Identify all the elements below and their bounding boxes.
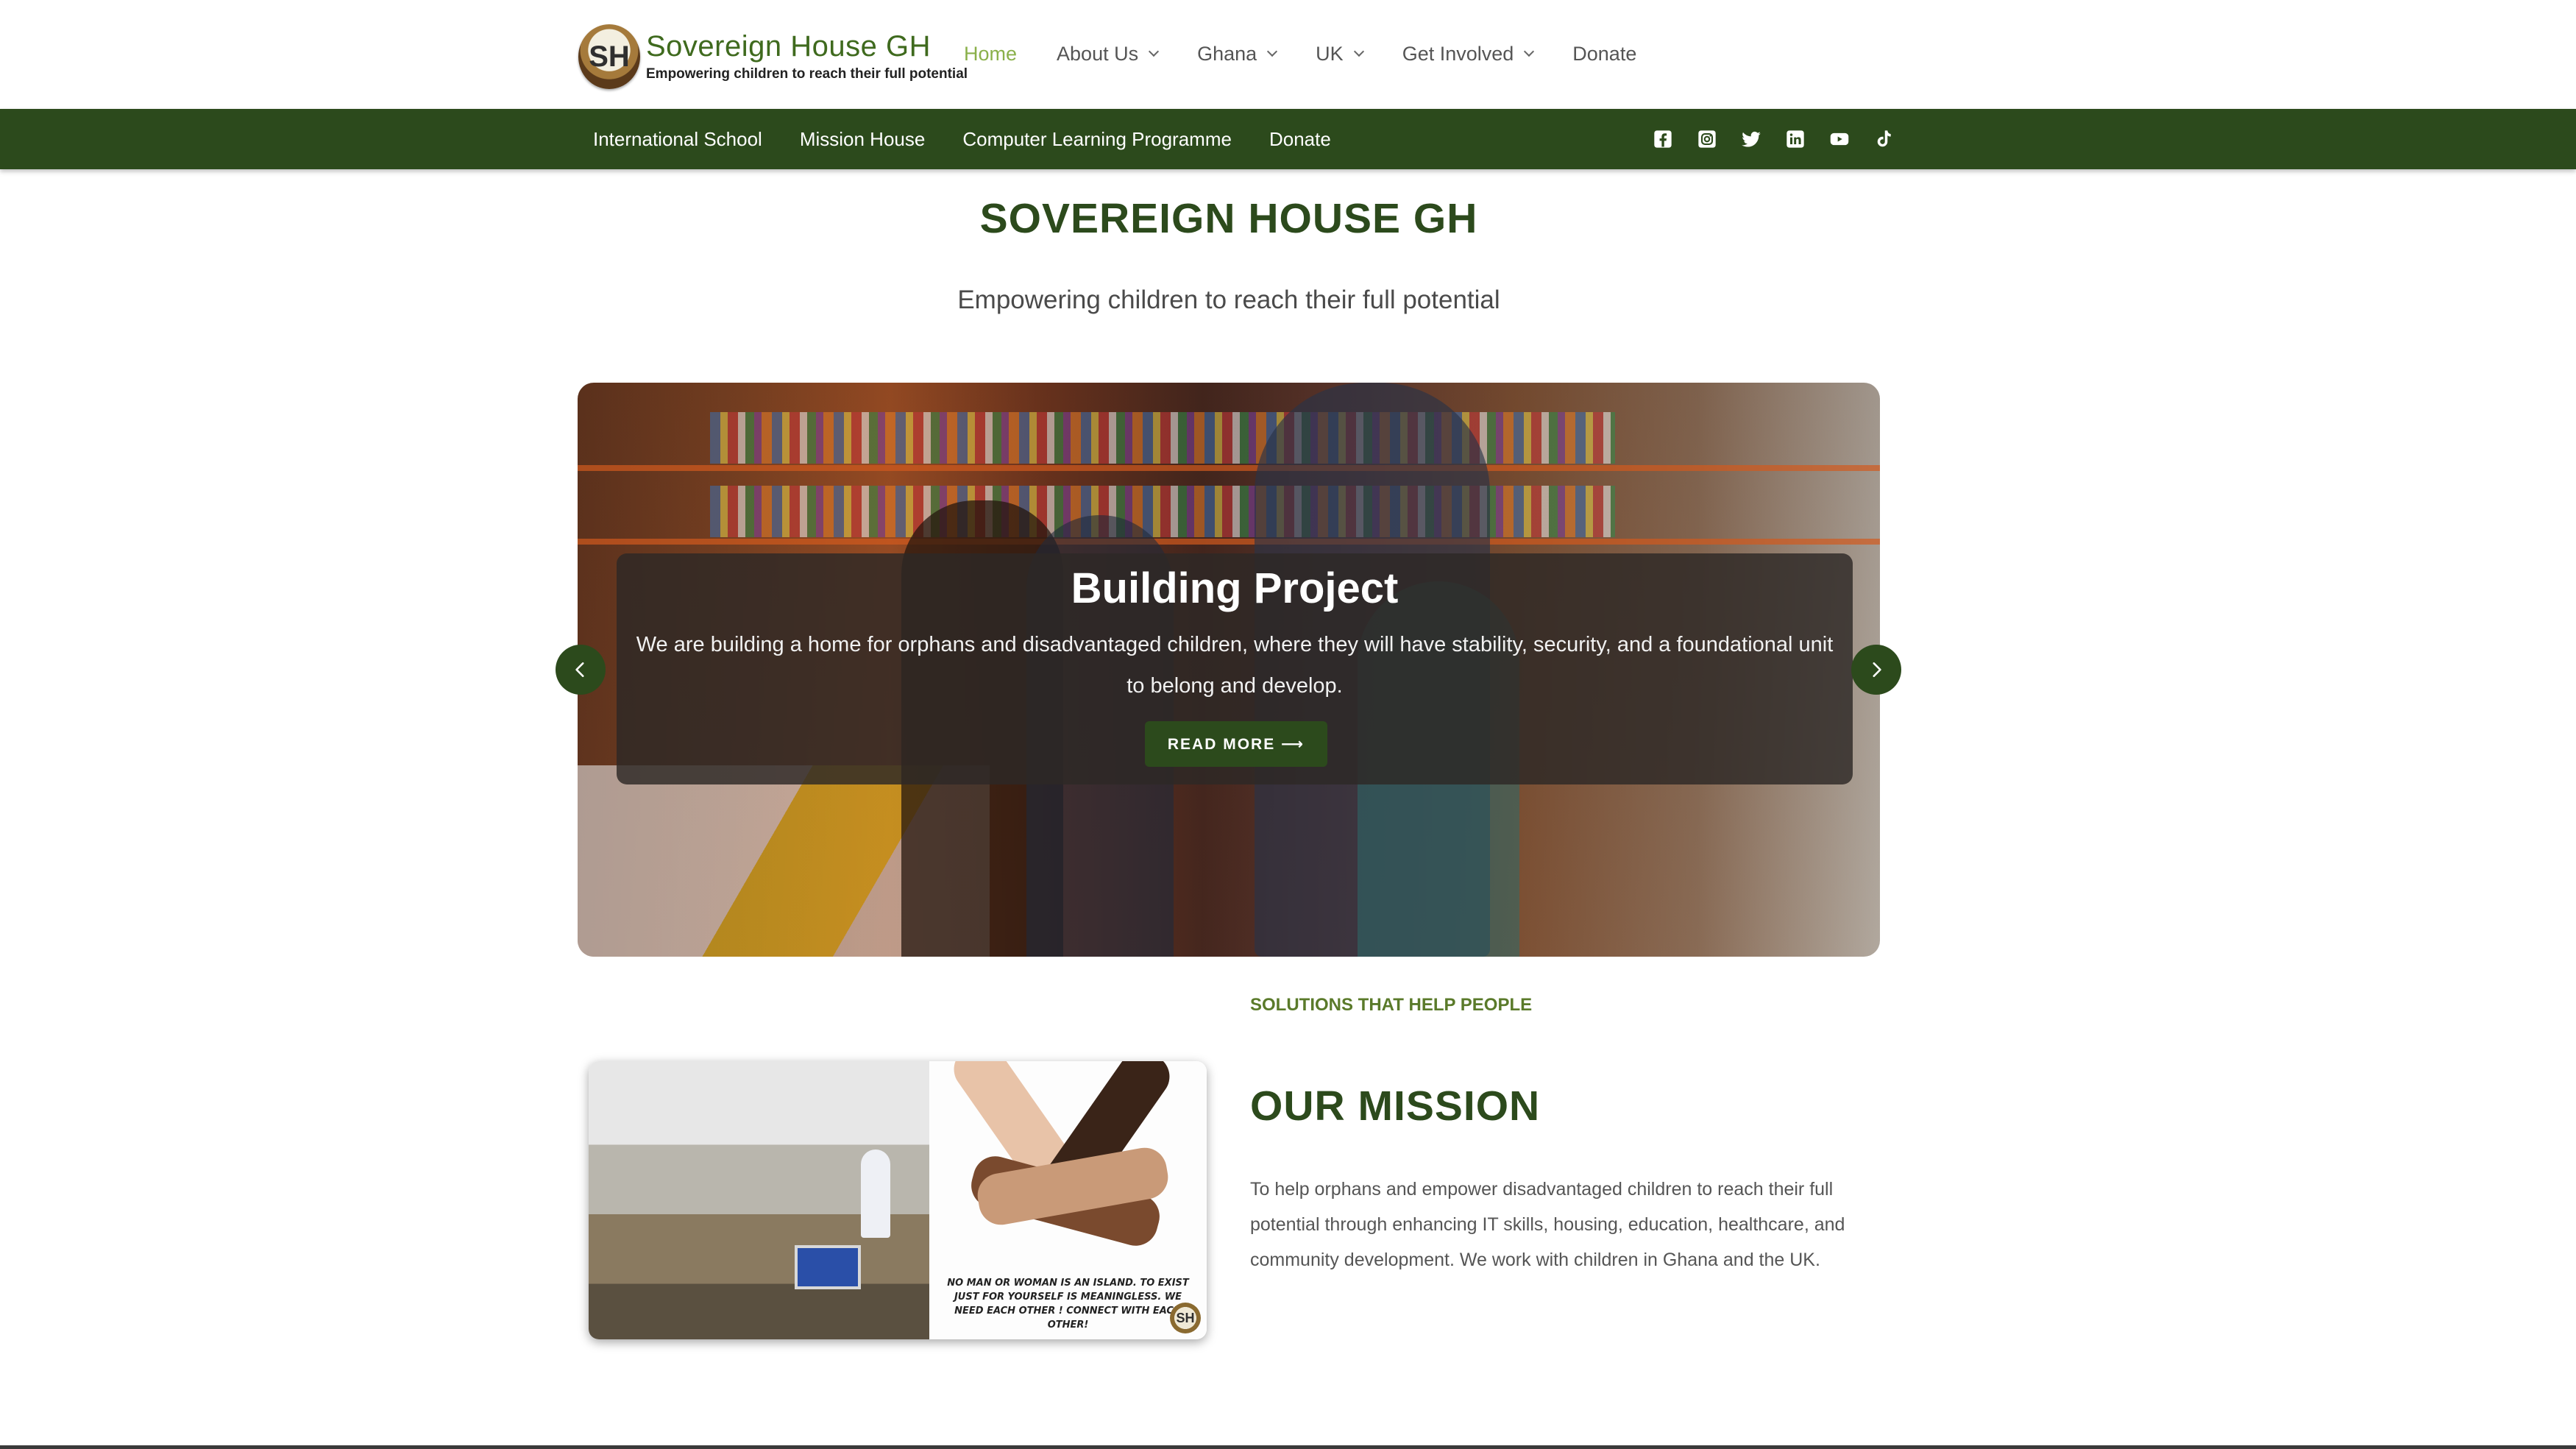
page: SH Sovereign House GH Empowering childre… bbox=[0, 0, 2576, 1449]
slider-prev-button[interactable] bbox=[556, 645, 606, 695]
main-nav: Home About Us Ghana UK Get Involved Dona… bbox=[964, 35, 1676, 72]
slide-background-detail bbox=[578, 539, 1880, 545]
nav-item-label: Donate bbox=[1572, 42, 1637, 65]
mission-title: OUR MISSION bbox=[1250, 1083, 1541, 1130]
site-logo[interactable]: SH Sovereign House GH Empowering childre… bbox=[578, 22, 968, 91]
site-tagline: Empowering children to reach their full … bbox=[957, 286, 1500, 314]
nav-item-label: Home bbox=[964, 42, 1018, 65]
photo-detail bbox=[861, 1149, 890, 1238]
logo-subtitle: Empowering children to reach their full … bbox=[646, 66, 968, 82]
subnav-international-school[interactable]: International School bbox=[593, 128, 762, 151]
social-links bbox=[1652, 128, 1917, 150]
chevron-down-icon bbox=[1267, 46, 1278, 57]
page-title: SOVEREIGN HOUSE GH bbox=[979, 195, 1478, 242]
image-logo-badge: SH bbox=[1170, 1303, 1201, 1333]
nav-item-ghana[interactable]: Ghana bbox=[1197, 42, 1278, 65]
slide-title: Building Project bbox=[1071, 564, 1399, 612]
twitter-icon[interactable] bbox=[1740, 128, 1762, 150]
nav-item-label: Ghana bbox=[1197, 42, 1257, 65]
linkedin-icon[interactable] bbox=[1784, 128, 1806, 150]
image-quote: NO MAN OR WOMAN IS AN ISLAND. TO EXIST J… bbox=[947, 1278, 1189, 1331]
slider-next-button[interactable] bbox=[1851, 645, 1901, 695]
mission-text: To help orphans and empower disadvantage… bbox=[1250, 1179, 1845, 1270]
instagram-icon[interactable] bbox=[1696, 128, 1718, 150]
nav-item-get-involved[interactable]: Get Involved bbox=[1402, 42, 1535, 65]
slide-background-detail bbox=[578, 465, 1880, 471]
subnav-computer-learning[interactable]: Computer Learning Programme bbox=[962, 128, 1232, 151]
nav-item-uk[interactable]: UK bbox=[1316, 42, 1364, 65]
tiktok-icon[interactable] bbox=[1873, 128, 1895, 150]
chevron-down-icon bbox=[1149, 46, 1160, 57]
read-more-button[interactable]: READ MORE ⟶ bbox=[1145, 721, 1327, 767]
page-divider bbox=[0, 1445, 2576, 1449]
facebook-icon[interactable] bbox=[1652, 128, 1674, 150]
classroom-photo bbox=[589, 1061, 929, 1339]
chevron-down-icon bbox=[1353, 46, 1364, 57]
nav-item-home[interactable]: Home bbox=[964, 43, 1017, 65]
logo-badge: SH bbox=[578, 24, 640, 89]
chevron-left-icon bbox=[575, 662, 584, 677]
logo-text: Sovereign House GH Empowering children t… bbox=[646, 30, 968, 83]
nav-item-about-us[interactable]: About Us bbox=[1057, 42, 1160, 65]
slide-caption: Building Project We are building a home … bbox=[617, 553, 1853, 784]
photo-detail bbox=[795, 1245, 861, 1289]
secondary-nav-bar: International School Mission House Compu… bbox=[0, 109, 2576, 169]
secondary-nav: International School Mission House Compu… bbox=[593, 109, 1369, 169]
chevron-down-icon bbox=[1524, 46, 1535, 57]
nav-item-label: Get Involved bbox=[1402, 42, 1514, 65]
nav-item-label: About Us bbox=[1057, 42, 1139, 65]
section-eyebrow: SOLUTIONS THAT HELP PEOPLE bbox=[1250, 995, 1533, 1015]
subnav-donate[interactable]: Donate bbox=[1269, 128, 1331, 151]
hero-slider[interactable]: Building Project We are building a home … bbox=[578, 383, 1880, 957]
subnav-mission-house[interactable]: Mission House bbox=[800, 128, 926, 151]
youtube-icon[interactable] bbox=[1828, 128, 1851, 150]
nav-item-label: UK bbox=[1316, 42, 1344, 65]
mission-image: NO MAN OR WOMAN IS AN ISLAND. TO EXIST J… bbox=[589, 1061, 1207, 1339]
nav-item-donate[interactable]: Donate bbox=[1572, 43, 1636, 65]
slide-text: We are building a home for orphans and d… bbox=[636, 633, 1834, 698]
site-header: SH Sovereign House GH Empowering childre… bbox=[0, 0, 2576, 109]
logo-title: Sovereign House GH bbox=[646, 30, 931, 63]
hands-graphic: NO MAN OR WOMAN IS AN ISLAND. TO EXIST J… bbox=[929, 1061, 1207, 1339]
chevron-right-icon bbox=[1873, 662, 1881, 677]
